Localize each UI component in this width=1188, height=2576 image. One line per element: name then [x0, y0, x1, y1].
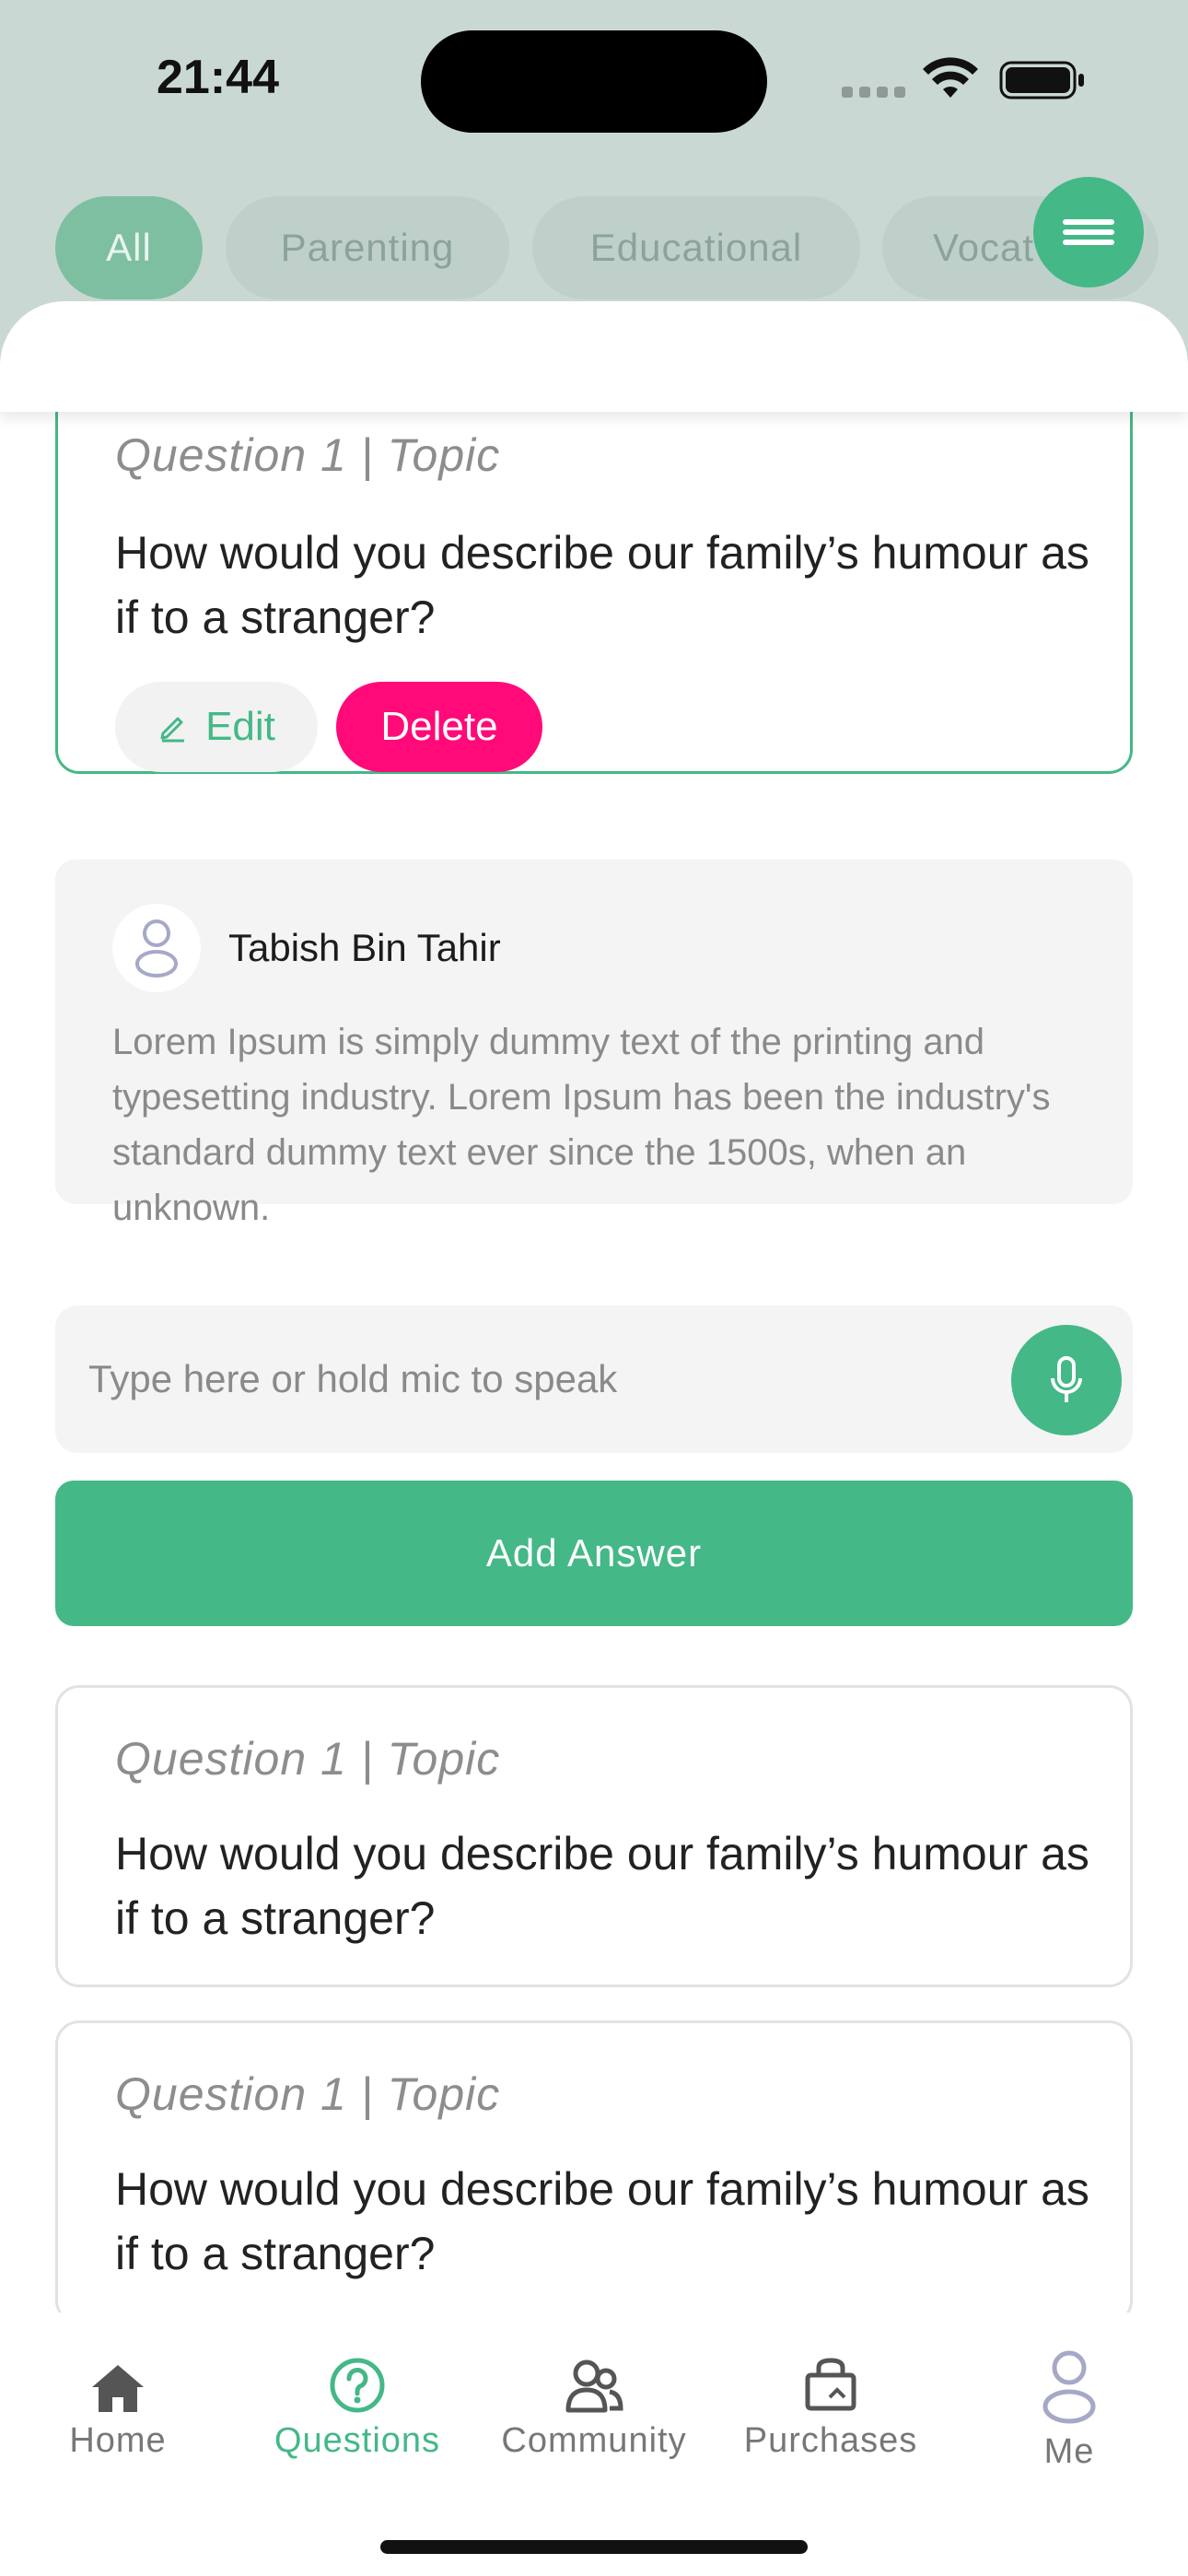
question-card[interactable]: Question 1 | Topic How would you describ…: [55, 2020, 1133, 2324]
dynamic-island: [421, 30, 767, 133]
tab-questions[interactable]: Questions: [247, 2340, 468, 2461]
menu-button[interactable]: [1033, 177, 1144, 287]
tab-label: Me: [1043, 2432, 1095, 2471]
topic-filter-bar: All Parenting Educational Vocat: [55, 196, 1188, 299]
answer-input[interactable]: [55, 1306, 1133, 1453]
delete-button[interactable]: Delete: [336, 682, 542, 772]
tab-label: Purchases: [743, 2421, 918, 2460]
tab-me[interactable]: Me: [959, 2340, 1180, 2472]
battery-icon: [999, 61, 1084, 100]
content-sheet: Question 1 | Topic How would you describ…: [0, 301, 1188, 2576]
tab-label: Questions: [274, 2421, 441, 2460]
person-icon: [1042, 2350, 1096, 2424]
add-answer-button[interactable]: Add Answer: [55, 1481, 1133, 1626]
microphone-icon: [1051, 1356, 1082, 1402]
question-text: How would you describe our family’s humo…: [115, 1828, 1089, 1944]
tab-community[interactable]: Community: [483, 2340, 705, 2461]
edit-label: Edit: [205, 704, 275, 749]
status-time: 21:44: [157, 51, 279, 104]
community-icon: [565, 2359, 623, 2413]
chip-all[interactable]: All: [55, 196, 203, 299]
question-text: How would you describe our family’s humo…: [115, 2163, 1089, 2279]
question-icon: [330, 2358, 385, 2413]
comment-body: Lorem Ipsum is simply dummy text of the …: [112, 1022, 1051, 1228]
pencil-icon: [160, 717, 185, 743]
comment-card: Tabish Bin Tahir Lorem Ipsum is simply d…: [55, 860, 1133, 1228]
home-indicator: [380, 2540, 808, 2554]
mic-button[interactable]: [1011, 1325, 1122, 1435]
tab-purchases[interactable]: Purchases: [720, 2340, 941, 2461]
chip-parenting[interactable]: Parenting: [226, 196, 509, 299]
sheet-header: [0, 301, 1188, 412]
cellular-signal-icon: [842, 87, 905, 98]
avatar: [112, 904, 201, 992]
wifi-icon: [923, 57, 978, 98]
tab-label: Community: [501, 2421, 687, 2460]
purchases-icon: [805, 2358, 856, 2411]
question-text: How would you describe our family’s humo…: [115, 527, 1089, 643]
chip-educational[interactable]: Educational: [532, 196, 860, 299]
question-topic: Question 1 | Topic: [115, 1733, 501, 1785]
home-icon: [92, 2365, 144, 2412]
tab-bar: Home Questions Community Purchases Me: [0, 2313, 1188, 2576]
question-topic: Question 1 | Topic: [115, 429, 501, 481]
person-icon: [135, 919, 178, 978]
edit-button[interactable]: Edit: [115, 682, 318, 772]
tab-home[interactable]: Home: [7, 2340, 228, 2461]
tab-label: Home: [69, 2421, 167, 2460]
comment-author: Tabish Bin Tahir: [228, 926, 501, 969]
question-card[interactable]: Question 1 | Topic How would you describ…: [55, 1685, 1133, 1987]
hamburger-icon: [1063, 215, 1114, 250]
question-topic: Question 1 | Topic: [115, 2068, 501, 2120]
